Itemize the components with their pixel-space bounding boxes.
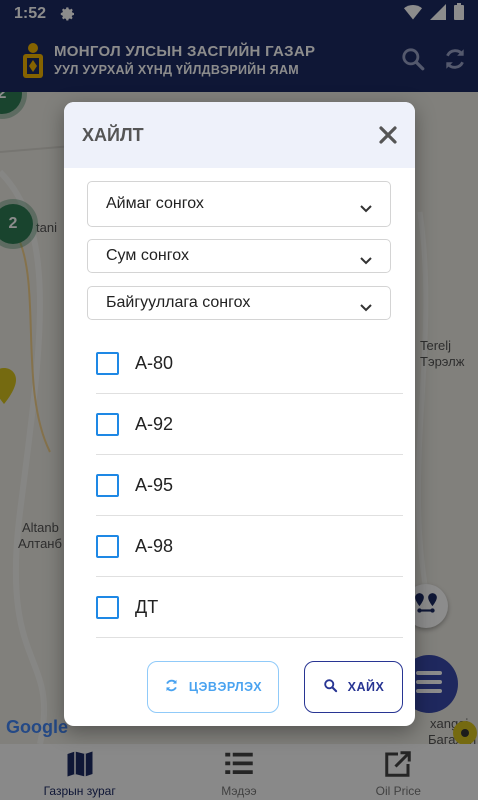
fuel-option-a98[interactable]: A-98 — [96, 516, 403, 577]
checkbox[interactable] — [96, 351, 119, 375]
chevron-down-icon — [360, 299, 372, 312]
district-select-label: Сум сонгох — [106, 247, 189, 264]
clear-button-label: ЦЭВЭРЛЭХ — [188, 680, 263, 694]
fuel-option-a80[interactable]: A-80 — [96, 333, 403, 394]
province-select-label: Аймаг сонгох — [106, 195, 204, 212]
fuel-label: ДТ — [135, 596, 159, 617]
dialog-header: ХАЙЛТ — [64, 102, 415, 168]
fuel-label: A-95 — [135, 474, 174, 495]
fuel-option-a92[interactable]: A-92 — [96, 394, 403, 455]
search-button-label: ХАЙХ — [347, 680, 385, 694]
dialog-title: ХАЙЛТ — [82, 124, 144, 145]
district-select[interactable]: Сум сонгох — [87, 239, 391, 273]
fuel-label: A-98 — [135, 535, 174, 556]
checkbox[interactable] — [96, 534, 119, 558]
search-button[interactable]: ХАЙХ — [304, 661, 403, 713]
fuel-option-diesel[interactable]: ДТ — [96, 577, 403, 638]
search-dialog: ХАЙЛТ Аймаг сонгох Сум сонгох Байгууллаг… — [64, 102, 415, 726]
organization-select-label: Байгууллага сонгох — [106, 294, 251, 311]
chevron-down-icon — [360, 200, 372, 213]
checkbox[interactable] — [96, 412, 119, 436]
search-icon — [323, 678, 348, 696]
fuel-type-list: A-80 A-92 A-95 A-98 ДТ — [96, 333, 403, 638]
fuel-option-a95[interactable]: A-95 — [96, 455, 403, 516]
checkbox[interactable] — [96, 595, 119, 619]
fuel-label: A-80 — [135, 352, 174, 373]
fuel-label: A-92 — [135, 413, 174, 434]
province-select[interactable]: Аймаг сонгох — [87, 181, 391, 227]
checkbox[interactable] — [96, 473, 119, 497]
close-icon[interactable] — [379, 126, 397, 144]
organization-select[interactable]: Байгууллага сонгох — [87, 286, 391, 320]
clear-button[interactable]: ЦЭВЭРЛЭХ — [147, 661, 279, 713]
chevron-down-icon — [360, 252, 372, 265]
refresh-icon — [164, 678, 189, 696]
